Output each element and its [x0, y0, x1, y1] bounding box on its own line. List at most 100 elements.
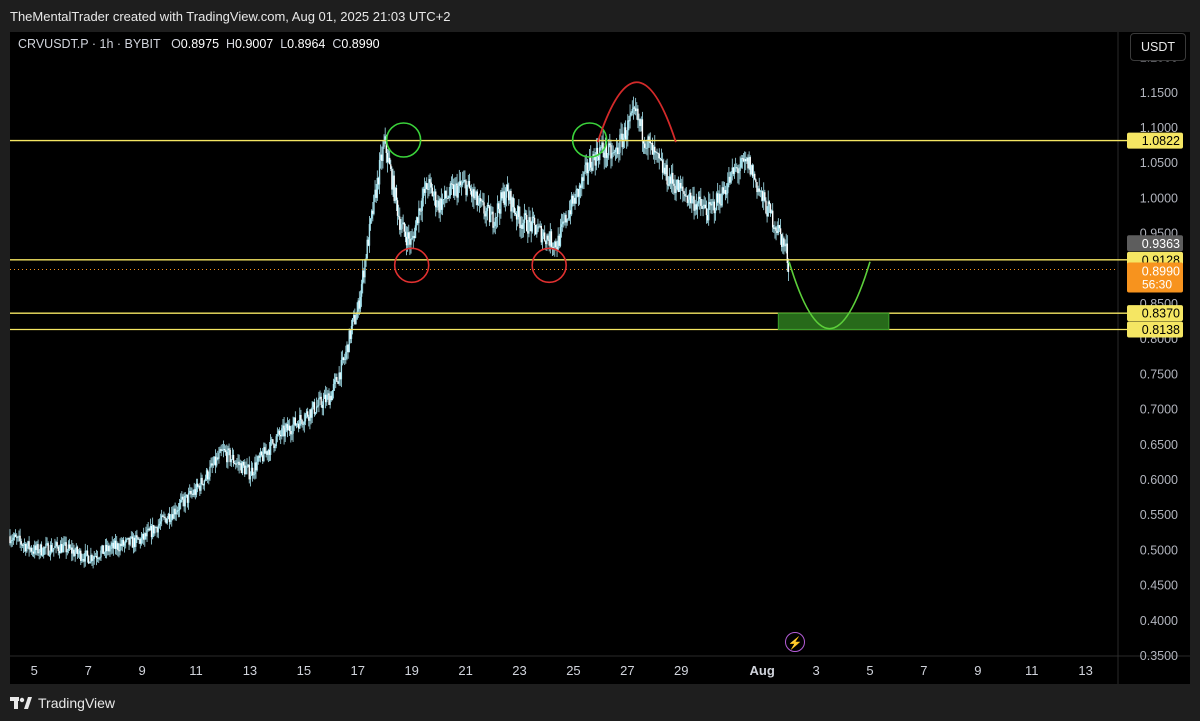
candle-body: [404, 231, 407, 237]
candle-body: [212, 464, 215, 466]
candle-body: [711, 202, 713, 206]
candle-body: [178, 502, 181, 511]
candle-body: [26, 545, 28, 552]
candle-body: [203, 480, 206, 486]
candle-body: [512, 197, 514, 208]
candle-body: [41, 555, 44, 556]
candle-body: [242, 462, 245, 466]
candle-body: [506, 184, 509, 192]
candle-body: [673, 183, 675, 186]
candle-body: [408, 232, 410, 239]
candle-body: [454, 185, 456, 196]
candle-body: [567, 218, 569, 220]
candle-body: [707, 202, 710, 221]
level-price-label: 1.0822: [1142, 134, 1180, 148]
candle-body: [631, 108, 633, 113]
candle-body: [654, 146, 656, 153]
price-chart[interactable]: 1.20001.15001.10001.05001.00000.95000.90…: [0, 0, 1200, 721]
symbol-name[interactable]: CRVUSDT.P · 1h · BYBIT: [18, 37, 161, 51]
candle-body: [303, 421, 305, 425]
candle-body: [177, 510, 180, 511]
candle-body: [345, 351, 347, 359]
candle-body: [675, 189, 677, 194]
candle-body: [492, 211, 494, 228]
candle-body: [54, 545, 56, 549]
candle-body: [95, 556, 98, 558]
candle-body: [272, 439, 274, 444]
candle-body: [555, 241, 557, 248]
price-label-gray: 0.9363: [1142, 237, 1180, 251]
candle-body: [537, 226, 539, 232]
candle-body: [275, 436, 277, 447]
candle-body: [768, 201, 771, 205]
candle-body: [388, 157, 391, 165]
candle-body: [643, 143, 646, 148]
x-tick-label: 9: [974, 663, 981, 678]
candle-body: [739, 167, 741, 172]
candle-body: [614, 149, 617, 152]
x-tick-label: Aug: [750, 663, 775, 678]
candle-body: [17, 536, 19, 538]
candle-body: [633, 107, 636, 109]
candle-body: [450, 183, 453, 185]
candle-body: [618, 152, 620, 155]
candle-body: [445, 190, 447, 198]
lightning-icon[interactable]: ⚡: [785, 632, 805, 652]
candle-body: [709, 202, 711, 204]
candle-body: [359, 296, 362, 309]
candle-body: [124, 539, 127, 544]
candle-body: [322, 399, 325, 408]
candle-body: [51, 549, 54, 552]
candle-body: [497, 203, 500, 210]
candle-body: [514, 212, 517, 215]
candle-body: [683, 191, 685, 194]
candle-body: [326, 394, 328, 403]
candle-body: [649, 141, 651, 143]
candle-body: [204, 478, 207, 481]
x-tick-label: 9: [138, 663, 145, 678]
candle-body: [566, 219, 568, 223]
candle-body: [333, 379, 336, 385]
candle-body: [38, 552, 40, 554]
candle-body: [442, 198, 445, 200]
candle-body: [10, 540, 12, 544]
candle-body: [110, 546, 112, 549]
y-tick-label: 0.3500: [1140, 649, 1178, 663]
x-tick-label: 29: [674, 663, 688, 678]
candle-body: [223, 449, 226, 451]
candle-body: [368, 224, 371, 246]
candle-body: [304, 414, 307, 422]
candle-body: [30, 547, 33, 552]
candle-body: [429, 179, 431, 183]
candle-body: [182, 496, 184, 500]
candle-body: [740, 158, 742, 168]
candle-body: [403, 222, 405, 232]
countdown-label: 56:30: [1142, 278, 1172, 292]
candle-body: [494, 217, 496, 227]
candle-body: [154, 527, 156, 534]
candle-body: [575, 190, 577, 204]
candle-body: [383, 141, 385, 147]
tradingview-logo[interactable]: TradingView: [10, 695, 115, 711]
candle-body: [397, 215, 400, 217]
y-tick-label: 1.1500: [1140, 86, 1178, 100]
candle-body: [659, 158, 662, 160]
candle-body: [123, 543, 126, 546]
x-tick-label: 5: [866, 663, 873, 678]
candle-body: [351, 318, 354, 326]
candle-body: [336, 377, 338, 382]
candle-body: [736, 167, 738, 169]
currency-button[interactable]: USDT: [1130, 33, 1186, 61]
candle-body: [251, 467, 254, 476]
candle-body: [390, 164, 392, 169]
candle-body: [727, 183, 729, 194]
candle-body: [447, 197, 449, 199]
candle-body: [63, 542, 65, 545]
candle-body: [627, 120, 629, 136]
candle-body: [483, 202, 485, 214]
candle-body: [460, 184, 463, 186]
candle-body: [235, 463, 237, 465]
candle-body: [522, 223, 525, 229]
candle-body: [642, 141, 645, 144]
candle-body: [77, 553, 80, 555]
